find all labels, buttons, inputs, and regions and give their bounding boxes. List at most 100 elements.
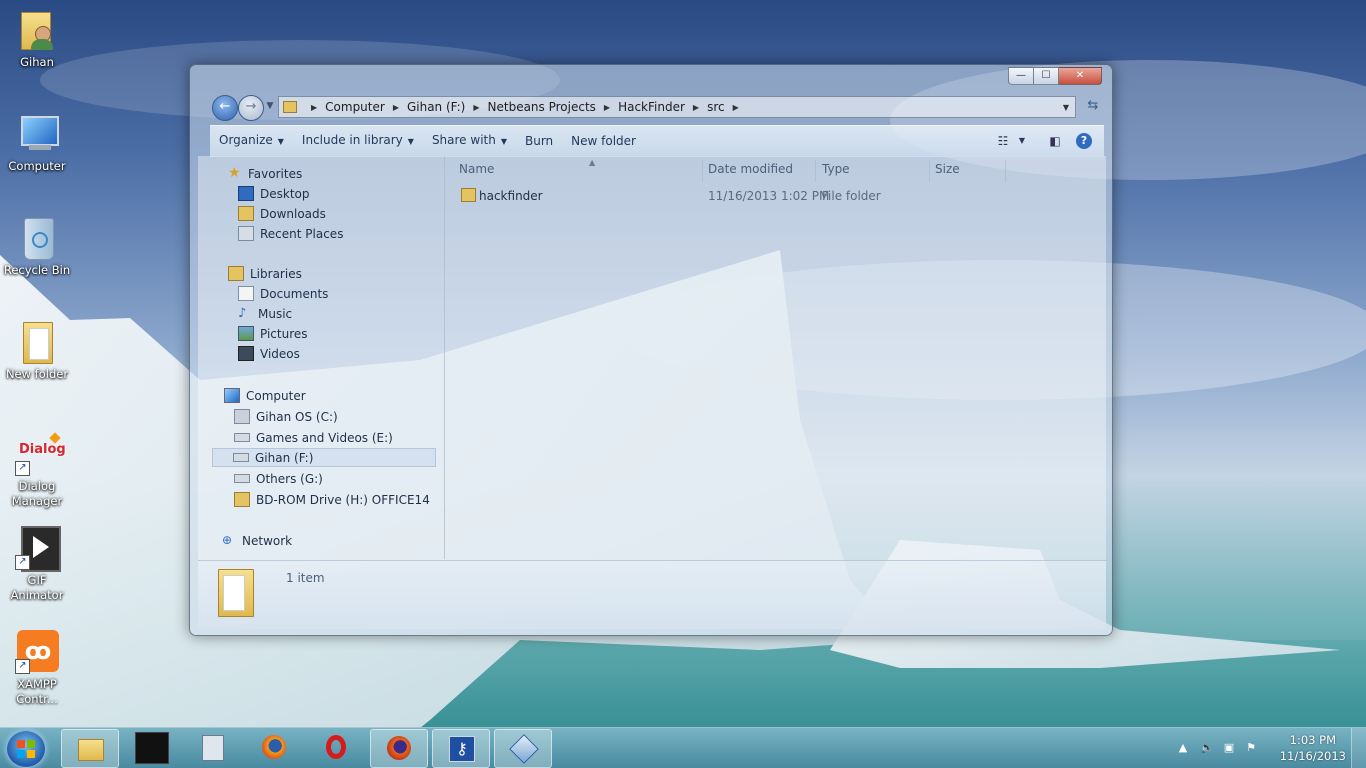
xampp-icon: ꝏ ↗ bbox=[15, 630, 59, 674]
nav-music[interactable]: ♪ Music bbox=[238, 304, 292, 323]
nav-desktop[interactable]: Desktop bbox=[238, 184, 310, 203]
column-header-date-modified[interactable]: Date modified bbox=[708, 162, 793, 178]
nav-videos[interactable]: Videos bbox=[238, 344, 300, 363]
column-divider[interactable] bbox=[815, 160, 816, 182]
nav-label: Computer bbox=[246, 388, 306, 403]
column-header-size[interactable]: Size bbox=[935, 162, 960, 178]
help-icon[interactable]: ? bbox=[1076, 133, 1092, 149]
taskbar-ojuththara-madhura[interactable] bbox=[123, 729, 179, 766]
show-hidden-icon[interactable]: ▲ bbox=[1176, 741, 1190, 755]
nav-drive-h[interactable]: BD-ROM Drive (H:) OFFICE14 bbox=[234, 490, 430, 509]
breadcrumb-src[interactable]: src bbox=[707, 100, 725, 114]
nav-pictures[interactable]: Pictures bbox=[238, 324, 308, 343]
chevron-down-icon[interactable]: ▼ bbox=[1016, 130, 1028, 152]
chevron-right-icon[interactable]: ▶ bbox=[473, 103, 479, 112]
chevron-right-icon[interactable]: ▶ bbox=[733, 103, 739, 112]
preview-pane-icon[interactable]: ◧ bbox=[1042, 130, 1068, 152]
file-list[interactable]: ▲ Name Date modified Type Size hackfinde… bbox=[445, 156, 1106, 559]
minimize-button[interactable]: — bbox=[1008, 67, 1034, 85]
breadcrumb-computer[interactable]: Computer bbox=[325, 100, 385, 114]
navigation-pane[interactable]: ★ Favorites Desktop Downloads Recent Pla… bbox=[210, 156, 445, 559]
back-button[interactable]: ← bbox=[212, 95, 238, 121]
action-center-icon[interactable]: ⚑ bbox=[1244, 741, 1258, 755]
taskbar: ⚷ ▲ 🔈 ▣ ⚑ 1:03 PM 11/16/2013 bbox=[0, 727, 1366, 768]
nav-label: Pictures bbox=[260, 326, 308, 341]
item-count: 1 item bbox=[286, 571, 325, 585]
maximize-button[interactable]: ☐ bbox=[1034, 67, 1059, 85]
taskbar-explorer[interactable] bbox=[61, 729, 119, 768]
clock[interactable]: 1:03 PM 11/16/2013 bbox=[1280, 732, 1346, 764]
taskbar-password-manager[interactable]: ⚷ bbox=[432, 729, 490, 768]
nav-label: Gihan (F:) bbox=[255, 450, 314, 465]
close-button[interactable]: ✕ bbox=[1059, 67, 1102, 85]
show-desktop-button[interactable] bbox=[1351, 728, 1366, 768]
column-divider[interactable] bbox=[929, 160, 930, 182]
nav-label: Libraries bbox=[250, 266, 302, 281]
desktop-icon-dialog-manager[interactable]: Dialog ↗ Dialog Manager bbox=[0, 432, 74, 509]
drive-icon bbox=[234, 433, 250, 442]
new-folder-button[interactable]: New folder bbox=[562, 126, 645, 156]
nav-label: Videos bbox=[260, 346, 300, 361]
recent-pages-button[interactable]: ▼ bbox=[265, 95, 275, 119]
chevron-right-icon[interactable]: ▶ bbox=[693, 103, 699, 112]
network-icon: ⊕ bbox=[222, 533, 233, 547]
chevron-down-icon: ▼ bbox=[500, 137, 507, 146]
start-button[interactable] bbox=[6, 730, 46, 768]
nav-drive-f[interactable]: Gihan (F:) bbox=[212, 448, 436, 467]
nav-favorites[interactable]: ★ Favorites bbox=[228, 164, 302, 183]
organize-button[interactable]: Organize ▼ bbox=[210, 125, 293, 157]
volume-icon[interactable]: 🔈 bbox=[1200, 741, 1214, 755]
taskbar-opera[interactable] bbox=[308, 729, 364, 766]
view-options-icon[interactable]: ☷ bbox=[990, 130, 1016, 152]
nav-drive-c[interactable]: Gihan OS (C:) bbox=[234, 407, 338, 426]
nav-label: Desktop bbox=[260, 186, 310, 201]
breadcrumb-netbeans-projects[interactable]: Netbeans Projects bbox=[488, 100, 596, 114]
taskbar-virtualbox[interactable] bbox=[494, 729, 552, 768]
madhura-app-icon bbox=[135, 732, 169, 764]
include-in-library-button[interactable]: Include in library ▼ bbox=[293, 125, 423, 157]
nav-documents[interactable]: Documents bbox=[238, 284, 328, 303]
share-with-button[interactable]: Share with ▼ bbox=[423, 125, 516, 157]
column-header-name[interactable]: ▲ Name bbox=[459, 158, 595, 178]
address-bar[interactable]: ▶ Computer ▶ Gihan (F:) ▶ Netbeans Proje… bbox=[278, 96, 1076, 118]
breadcrumb-drive[interactable]: Gihan (F:) bbox=[407, 100, 465, 114]
file-name[interactable]: hackfinder bbox=[479, 189, 543, 203]
desktop-icon-gif-animator[interactable]: ↗ GIF Animator bbox=[0, 526, 74, 603]
column-divider[interactable] bbox=[702, 160, 703, 182]
desktop-icon-user-folder[interactable]: Gihan bbox=[0, 8, 74, 70]
burn-button[interactable]: Burn bbox=[516, 126, 562, 156]
music-icon: ♪ bbox=[238, 306, 247, 321]
column-header-type[interactable]: Type bbox=[822, 162, 850, 178]
taskbar-firefox[interactable] bbox=[246, 729, 302, 766]
nav-drive-g[interactable]: Others (G:) bbox=[234, 469, 323, 488]
explorer-window[interactable]: — ☐ ✕ ← → ▼ ▶ Computer ▶ Gihan (F:) ▶ Ne… bbox=[189, 64, 1113, 636]
shortcut-arrow-icon: ↗ bbox=[15, 659, 30, 674]
desktop-icon-new-folder[interactable]: New folder bbox=[0, 320, 74, 382]
nav-downloads[interactable]: Downloads bbox=[238, 204, 326, 223]
nav-libraries[interactable]: Libraries bbox=[228, 264, 302, 283]
chevron-right-icon[interactable]: ▶ bbox=[393, 103, 399, 112]
address-dropdown-button[interactable]: ▼ bbox=[1057, 103, 1075, 112]
desktop-icon-label: New folder bbox=[5, 367, 69, 381]
desktop-icon-recycle-bin[interactable]: Recycle Bin bbox=[0, 216, 74, 278]
desktop-icon-xampp[interactable]: ꝏ ↗ XAMPP Contr... bbox=[0, 630, 74, 707]
column-divider[interactable] bbox=[1005, 160, 1006, 182]
chevron-right-icon[interactable]: ▶ bbox=[604, 103, 610, 112]
breadcrumb-hackfinder[interactable]: HackFinder bbox=[618, 100, 685, 114]
nav-recent-places[interactable]: Recent Places bbox=[238, 224, 343, 243]
nav-network[interactable]: ⊕ Network bbox=[222, 531, 292, 550]
nav-computer[interactable]: Computer bbox=[224, 386, 306, 405]
nav-drive-e[interactable]: Games and Videos (E:) bbox=[234, 428, 393, 447]
network-icon[interactable]: ▣ bbox=[1222, 741, 1236, 755]
desktop-icon-computer[interactable]: Computer bbox=[0, 112, 74, 174]
nav-label: Music bbox=[258, 306, 293, 321]
firefox-nightly-icon bbox=[387, 736, 411, 760]
system-drive-icon bbox=[234, 409, 250, 424]
taskbar-calculator[interactable] bbox=[184, 729, 240, 766]
taskbar-firefox-nightly[interactable] bbox=[370, 729, 428, 768]
folder-icon bbox=[15, 320, 59, 364]
explorer-icon bbox=[78, 736, 104, 761]
refresh-button[interactable]: ⇆ bbox=[1082, 96, 1104, 116]
table-row[interactable]: hackfinder 11/16/2013 1:02 PM File folde… bbox=[445, 186, 1106, 206]
forward-button[interactable]: → bbox=[238, 95, 264, 121]
